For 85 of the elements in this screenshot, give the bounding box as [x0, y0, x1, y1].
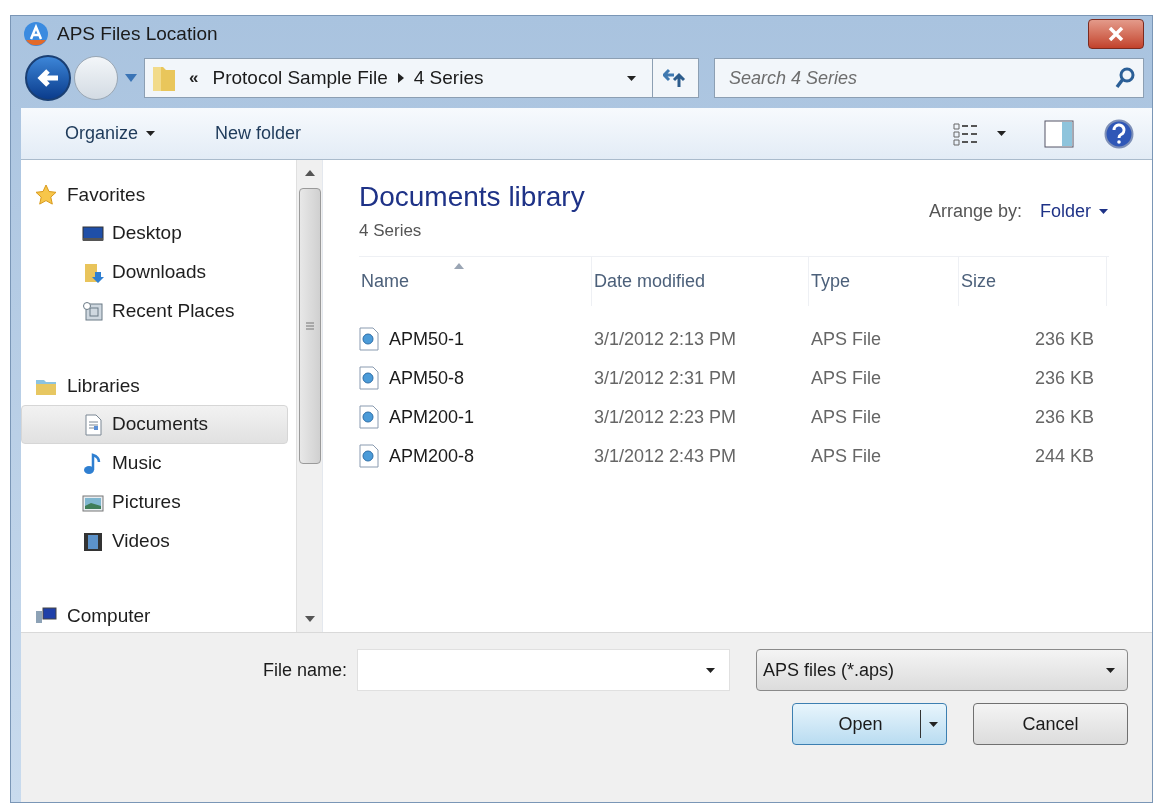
file-date: 3/1/2012 2:43 PM — [593, 444, 738, 468]
breadcrumb-item[interactable]: 4 Series — [413, 63, 484, 93]
history-caret-icon — [125, 74, 137, 82]
scrollbar[interactable] — [296, 160, 322, 632]
open-button[interactable]: Open — [792, 703, 947, 745]
file-name: APM200-8 — [389, 444, 475, 468]
file-type-caret-icon — [1106, 667, 1115, 673]
arrange-caret-icon — [1099, 209, 1108, 214]
column-header[interactable]: Date modified — [592, 256, 809, 306]
star-icon — [35, 184, 57, 206]
sort-arrow-icon — [454, 262, 464, 269]
file-row[interactable]: APM50-1 3/1/2012 2:13 PM APS File 236 KB — [359, 319, 1109, 359]
file-type: APS File — [810, 444, 883, 468]
sidebar-item[interactable]: Recent Places — [21, 292, 288, 331]
app-logo-icon — [23, 21, 49, 47]
dropdown-caret-icon — [146, 131, 156, 136]
sidebar-item[interactable]: Documents — [21, 405, 288, 444]
file-date: 3/1/2012 2:23 PM — [593, 405, 738, 429]
view-options-icon[interactable] — [953, 121, 979, 146]
arrange-label: Arrange by: — [928, 200, 1022, 223]
file-name-caret-icon — [706, 667, 716, 673]
help-icon[interactable] — [1104, 118, 1134, 149]
breadcrumb-overflow[interactable]: « — [189, 65, 199, 91]
sidebar-group[interactable]: Favorites — [21, 176, 288, 214]
preview-pane-icon[interactable] — [1044, 119, 1074, 148]
search-placeholder: Search 4 Series — [729, 66, 859, 90]
open-options-caret-icon — [929, 721, 938, 727]
document-icon — [82, 413, 104, 436]
aps-file-icon — [359, 444, 379, 468]
arrange-dropdown[interactable]: Folder — [1039, 198, 1108, 225]
new-folder-button[interactable]: New folder — [215, 120, 302, 147]
window-title: APS Files Location — [57, 21, 219, 46]
close-button[interactable] — [1088, 19, 1144, 49]
sidebar-item[interactable]: Videos — [21, 522, 288, 561]
file-name-label: File name: — [263, 658, 348, 682]
left-arrow-icon — [36, 68, 60, 88]
sidebar-item[interactable]: Music — [21, 444, 288, 483]
file-name: APM50-8 — [389, 366, 465, 390]
sidebar-group[interactable]: Computer — [21, 597, 288, 635]
sidebar-item[interactable]: Desktop — [21, 214, 288, 253]
search-icon — [1115, 67, 1135, 89]
file-name: APM200-1 — [389, 405, 475, 429]
file-date: 3/1/2012 2:31 PM — [593, 366, 738, 390]
file-type: APS File — [810, 327, 883, 351]
file-date: 3/1/2012 2:13 PM — [593, 327, 738, 351]
file-row[interactable]: APM200-8 3/1/2012 2:43 PM APS File 244 KB — [359, 436, 1109, 476]
film-icon — [82, 530, 104, 553]
cancel-button[interactable]: Cancel — [973, 703, 1128, 745]
scroll-down-icon — [304, 616, 315, 622]
column-header[interactable]: Type — [809, 256, 959, 306]
scroll-up-icon — [304, 170, 315, 176]
file-type-dropdown[interactable]: APS files (*.aps) — [756, 649, 1128, 691]
folder-download-icon — [82, 261, 104, 284]
aps-file-icon — [359, 327, 379, 351]
library-subtitle: 4 Series — [359, 220, 423, 242]
address-dropdown-caret-icon — [627, 75, 636, 81]
close-icon — [1108, 27, 1124, 41]
back-button[interactable] — [25, 55, 71, 101]
column-header[interactable]: Name — [359, 256, 592, 306]
file-type: APS File — [810, 366, 883, 390]
view-caret-icon — [997, 131, 1006, 136]
file-name-field[interactable] — [357, 649, 731, 691]
aps-file-icon — [359, 405, 379, 429]
grip-icon — [305, 322, 314, 330]
file-size: 236 KB — [1033, 327, 1094, 351]
sidebar-item[interactable]: Pictures — [21, 483, 288, 522]
sidebar-item[interactable]: Downloads — [21, 253, 288, 292]
address-bar[interactable]: « Protocol Sample File 4 Series — [144, 58, 699, 98]
library-title: Documents library — [359, 180, 586, 214]
breadcrumb-arrow-icon — [397, 73, 404, 83]
file-type: APS File — [810, 405, 883, 429]
file-size: 236 KB — [1033, 405, 1094, 429]
sidebar-group[interactable]: Libraries — [21, 367, 288, 405]
file-size: 244 KB — [1033, 444, 1094, 468]
breadcrumb-item[interactable]: Protocol Sample File — [212, 63, 388, 93]
file-size: 236 KB — [1033, 366, 1094, 390]
scroll-thumb[interactable] — [298, 188, 321, 464]
file-name: APM50-1 — [389, 327, 465, 351]
recent-places-icon — [82, 300, 104, 323]
aps-file-icon — [359, 366, 379, 390]
column-header[interactable]: Size — [959, 256, 1107, 306]
file-row[interactable]: APM200-1 3/1/2012 2:23 PM APS File 236 KB — [359, 397, 1109, 437]
file-row[interactable]: APM50-8 3/1/2012 2:31 PM APS File 236 KB — [359, 358, 1109, 398]
organize-button[interactable]: Organize — [65, 120, 156, 147]
search-field[interactable]: Search 4 Series — [714, 58, 1144, 98]
